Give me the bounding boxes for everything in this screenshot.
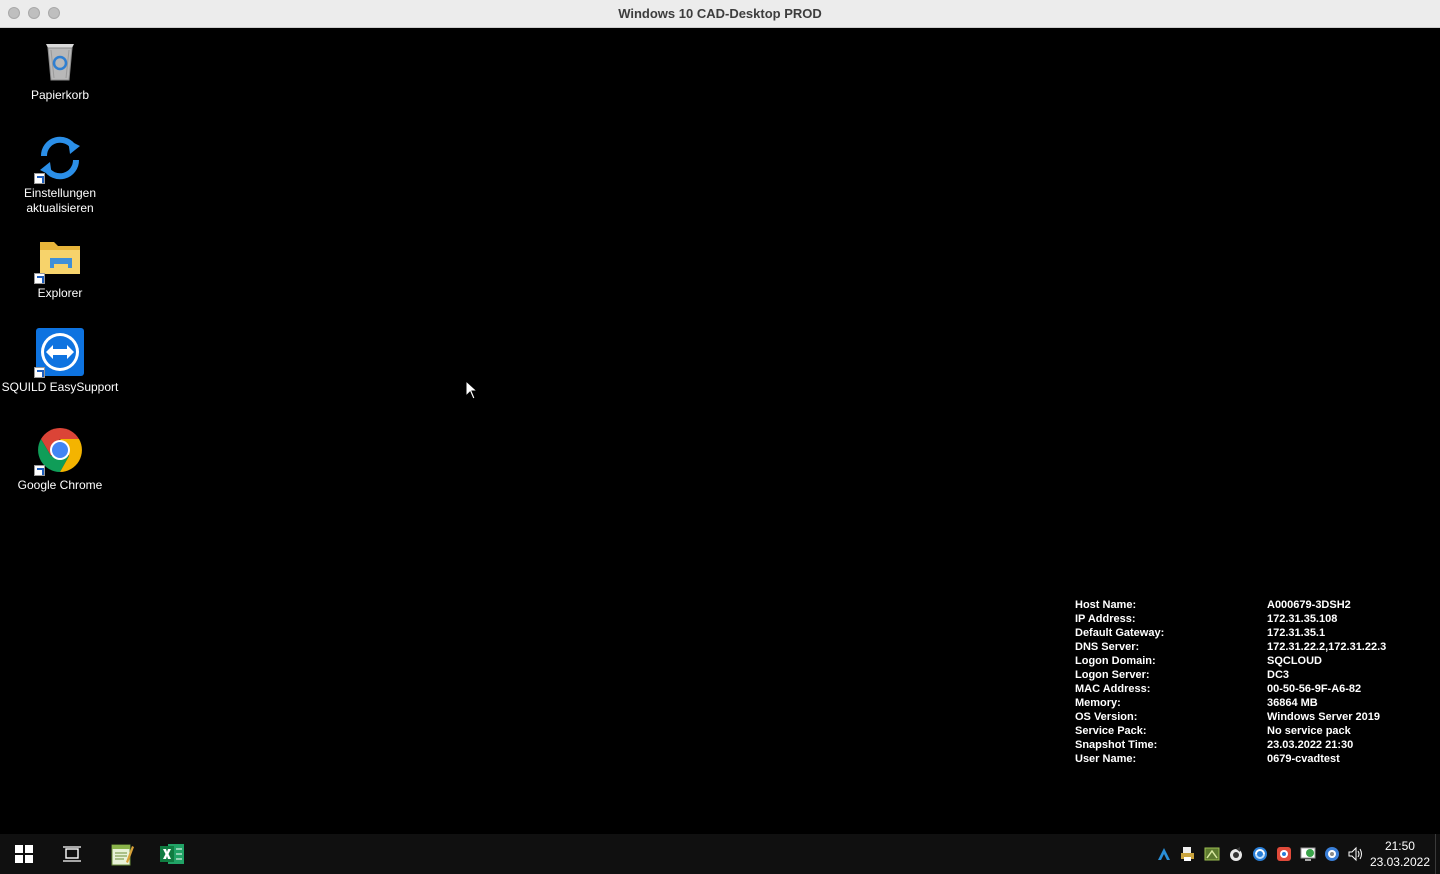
bginfo-row: Default Gateway: 172.31.35.1	[1075, 626, 1440, 640]
bginfo-value: 00-50-56-9F-A6-82	[1267, 683, 1362, 695]
clock-time: 21:50	[1384, 839, 1415, 853]
notepad-icon	[111, 844, 134, 866]
shortcut-arrow-icon	[34, 273, 45, 284]
network-tool-icon[interactable]	[1204, 846, 1220, 862]
printer-icon[interactable]	[1180, 846, 1196, 862]
bginfo-value: 172.31.22.2,172.31.22.3	[1267, 641, 1387, 653]
bginfo-row: Snapshot Time: 23.03.2022 21:30	[1075, 738, 1440, 752]
taskbar-clock[interactable]: 21:50 23.03.2022	[1370, 838, 1430, 870]
task-view-button[interactable]	[48, 834, 96, 874]
bginfo-key: Logon Domain:	[1075, 655, 1156, 667]
clock-date: 23.03.2022	[1369, 855, 1430, 869]
bginfo-key: Memory:	[1075, 697, 1121, 709]
folder-icon	[34, 234, 84, 284]
bginfo-value: SQCLOUD	[1267, 655, 1322, 667]
autodesk-icon[interactable]	[1156, 846, 1172, 862]
bginfo-row: Logon Server: DC3	[1075, 668, 1440, 682]
bginfo-row: Host Name: A000679-3DSH2	[1075, 598, 1440, 612]
recycle-bin-icon	[36, 36, 84, 84]
bginfo-value: DC3	[1267, 669, 1290, 681]
window-title: Windows 10 CAD-Desktop PROD	[618, 6, 822, 21]
window-titlebar: Windows 10 CAD-Desktop PROD	[0, 0, 1440, 28]
bginfo-key: Logon Server:	[1075, 669, 1150, 681]
bginfo-key: DNS Server:	[1075, 641, 1140, 653]
refresh-icon	[34, 134, 84, 184]
bginfo-key: Service Pack:	[1075, 725, 1147, 737]
bginfo-row: OS Version: Windows Server 2019	[1075, 710, 1440, 724]
shortcut-arrow-icon	[34, 465, 45, 476]
desktop-icon-label: SQUILD EasySupport	[1, 380, 119, 394]
volume-icon[interactable]	[1348, 846, 1364, 862]
mouse-cursor-icon	[465, 379, 479, 405]
bginfo-key: Snapshot Time:	[1075, 739, 1158, 751]
desktop-icon-label: Explorer	[37, 286, 83, 300]
sync-tray-icon[interactable]	[1252, 846, 1268, 862]
start-button[interactable]	[0, 834, 48, 874]
bginfo-key: IP Address:	[1075, 613, 1136, 625]
desktop-icon-recycle-bin[interactable]: Papierkorb	[0, 36, 120, 103]
excel-icon	[160, 844, 184, 864]
bginfo-value: 172.31.35.108	[1267, 613, 1338, 625]
shortcut-arrow-icon	[34, 173, 45, 184]
desktop-icon-refresh-settings[interactable]: Einstellungen aktualisieren	[0, 134, 120, 216]
bginfo-value: 0679-cvadtest	[1267, 753, 1340, 765]
app-tray-icon[interactable]	[1228, 846, 1244, 862]
update-tray-icon[interactable]	[1276, 846, 1292, 862]
bginfo-value: 172.31.35.1	[1267, 627, 1326, 639]
bginfo-value: 36864 MB	[1267, 697, 1318, 709]
bginfo-row: Service Pack: No service pack	[1075, 724, 1440, 738]
bginfo-key: OS Version:	[1075, 711, 1138, 723]
bginfo-panel: Host Name: A000679-3DSH2 IP Address: 172.3…	[1075, 598, 1440, 766]
bginfo-row: Logon Domain: SQCLOUD	[1075, 654, 1440, 668]
bginfo-row: DNS Server: 172.31.22.2,172.31.22.3	[1075, 640, 1440, 654]
notepad-plus-button[interactable]	[98, 834, 146, 874]
bginfo-key: User Name:	[1075, 753, 1137, 765]
bginfo-key: Default Gateway:	[1075, 627, 1165, 639]
excel-button[interactable]	[148, 834, 196, 874]
desktop[interactable]: Papierkorb Einstellungen aktualisieren E…	[0, 28, 1440, 834]
bginfo-value: No service pack	[1267, 725, 1351, 737]
desktop-icon-squild-easysupport[interactable]: SQUILD EasySupport	[0, 328, 120, 395]
desktop-icon-label: Einstellungen aktualisieren	[23, 186, 97, 215]
shortcut-arrow-icon	[34, 367, 45, 378]
desktop-icon-explorer[interactable]: Explorer	[0, 234, 120, 301]
desktop-icon-label: Google Chrome	[17, 478, 103, 492]
bginfo-row: User Name: 0679-cvadtest	[1075, 752, 1440, 766]
bginfo-row: MAC Address: 00-50-56-9F-A6-82	[1075, 682, 1440, 696]
teamviewer-icon	[34, 328, 84, 378]
bginfo-value: Windows Server 2019	[1267, 711, 1381, 723]
bginfo-key: Host Name:	[1075, 599, 1137, 611]
show-desktop-button[interactable]	[1435, 834, 1440, 874]
taskbar: 21:50 23.03.2022	[0, 834, 1440, 874]
chrome-icon	[34, 426, 84, 476]
bginfo-value: 23.03.2022 21:30	[1267, 739, 1354, 751]
desktop-icon-google-chrome[interactable]: Google Chrome	[0, 426, 120, 493]
windows-logo-icon	[15, 845, 33, 863]
bginfo-key: MAC Address:	[1075, 683, 1151, 695]
task-view-icon	[63, 846, 81, 862]
bginfo-row: IP Address: 172.31.35.108	[1075, 612, 1440, 626]
vpn-tray-icon[interactable]	[1324, 846, 1340, 862]
desktop-icon-label: Papierkorb	[30, 88, 90, 102]
screen-tray-icon[interactable]	[1300, 846, 1316, 862]
bginfo-row: Memory: 36864 MB	[1075, 696, 1440, 710]
bginfo-value: A000679-3DSH2	[1267, 599, 1351, 611]
